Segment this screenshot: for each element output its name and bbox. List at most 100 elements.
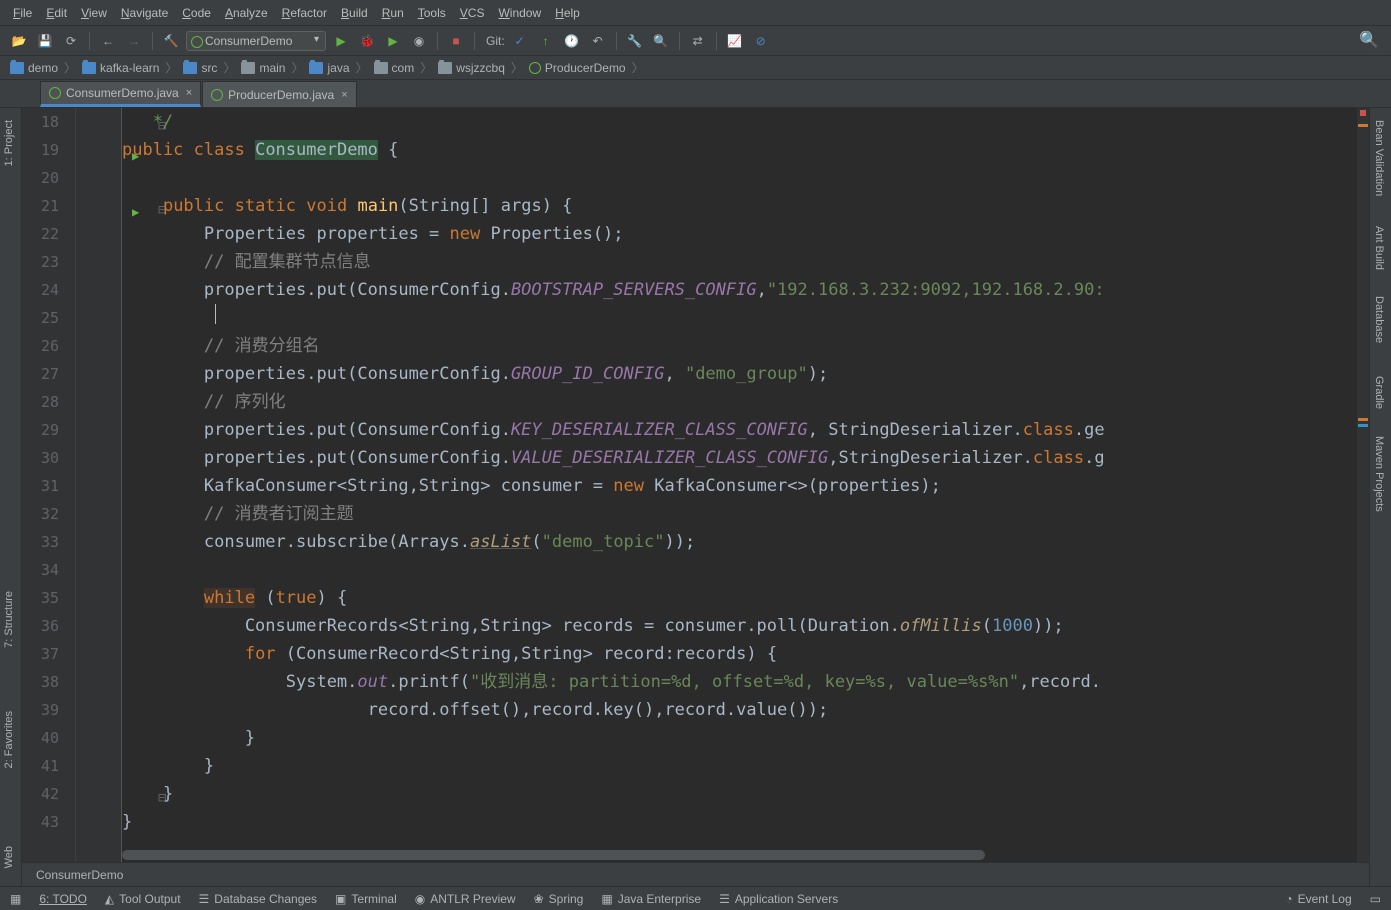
menu-refactor[interactable]: Refactor [275,3,334,23]
git-history-icon[interactable]: 🕐 [561,30,583,52]
horizontal-scrollbar[interactable] [122,850,1355,860]
coverage-icon[interactable]: ▶ [382,30,404,52]
web-tool-button[interactable]: Web [0,838,18,876]
breadcrumb-main[interactable]: main [237,59,289,77]
line-number[interactable]: 20 [41,164,59,192]
event-log-button[interactable]: ◔ Event Log [1285,892,1351,906]
code-line[interactable]: public static void main(String[] args) { [122,192,572,220]
spring-button[interactable]: ❀ Spring [534,892,584,906]
fold-gutter[interactable]: ⊟▶▶⊟⊟ [76,108,122,862]
antlr-button[interactable]: ◉ ANTLR Preview [415,892,516,906]
menu-tools[interactable]: Tools [411,3,453,23]
open-icon[interactable]: 📂 [8,30,30,52]
menu-analyze[interactable]: Analyze [218,3,275,23]
scroll-thumb[interactable] [122,850,985,860]
swap-icon[interactable]: ⇄ [687,30,709,52]
code-line[interactable]: */ [122,108,173,136]
menu-build[interactable]: Build [334,3,375,23]
db-changes-button[interactable]: ☰ Database Changes [199,892,318,906]
line-number[interactable]: 22 [41,220,59,248]
line-number[interactable]: 39 [41,696,59,724]
code-line[interactable]: Properties properties = new Properties()… [122,220,624,248]
menu-vcs[interactable]: VCS [453,3,492,23]
line-number[interactable]: 40 [41,724,59,752]
menu-run[interactable]: Run [375,3,411,23]
line-number[interactable]: 26 [41,332,59,360]
database-button[interactable]: Database [1370,288,1388,351]
breadcrumb-kafka-learn[interactable]: kafka-learn [78,59,163,77]
structure-icon[interactable]: 🔧 [624,30,646,52]
code-line[interactable]: // 消费者订阅主题 [122,500,354,528]
structure-tool-button[interactable]: 7: Structure [0,583,18,656]
line-number[interactable]: 21 [41,192,59,220]
breadcrumb-java[interactable]: java [305,59,353,77]
line-number[interactable]: 37 [41,640,59,668]
breadcrumb-ProducerDemo[interactable]: ProducerDemo [525,59,630,77]
maven-button[interactable]: Maven Projects [1370,428,1388,520]
save-all-icon[interactable]: 💾 [34,30,56,52]
sync-icon[interactable]: ⟳ [60,30,82,52]
code-line[interactable]: } [122,752,214,780]
code-line[interactable]: properties.put(ConsumerConfig.KEY_DESERI… [122,416,1105,444]
git-revert-icon[interactable]: ↶ [587,30,609,52]
activity-icon[interactable]: 📈 [724,30,746,52]
project-tool-button[interactable]: 1: Project [0,112,18,174]
line-number[interactable]: 25 [41,304,59,332]
memory-indicator[interactable]: ▭ [1370,892,1381,906]
warning-marker[interactable] [1358,124,1368,127]
code-line[interactable]: KafkaConsumer<String,String> consumer = … [122,472,941,500]
stop-icon[interactable]: ■ [445,30,467,52]
ant-build-button[interactable]: Ant Build [1370,218,1388,278]
line-number[interactable]: 41 [41,752,59,780]
run-icon[interactable]: ▶ [330,30,352,52]
line-number[interactable]: 29 [41,416,59,444]
line-number[interactable]: 28 [41,388,59,416]
breadcrumb-com[interactable]: com [370,59,419,77]
line-number[interactable]: 31 [41,472,59,500]
favorites-tool-button[interactable]: 2: Favorites [0,703,18,776]
profile-icon[interactable]: ◉ [408,30,430,52]
breadcrumb-src[interactable]: src [179,59,221,77]
code-line[interactable]: System.out.printf("收到消息: partition=%d, o… [122,668,1101,696]
line-number[interactable]: 38 [41,668,59,696]
run-config-dropdown[interactable]: ConsumerDemo [186,31,326,51]
line-number[interactable]: 23 [41,248,59,276]
tab-ConsumerDemo.java[interactable]: ConsumerDemo.java× [40,81,201,107]
menu-help[interactable]: Help [548,3,587,23]
line-number-gutter[interactable]: 1819202122232425262728293031323334353637… [22,108,76,862]
code-line[interactable]: // 配置集群节点信息 [122,248,371,276]
line-number[interactable]: 32 [41,500,59,528]
menu-navigate[interactable]: Navigate [114,3,175,23]
line-number[interactable]: 30 [41,444,59,472]
code-line[interactable]: while (true) { [122,584,347,612]
line-number[interactable]: 43 [41,808,59,836]
line-number[interactable]: 18 [41,108,59,136]
code-line[interactable]: } [122,808,132,836]
close-tab-icon[interactable]: × [186,87,192,99]
warning-marker[interactable] [1358,418,1368,421]
git-commit-icon[interactable]: ↑ [535,30,557,52]
forward-icon[interactable]: → [123,30,145,52]
tool-windows-icon[interactable]: ▦ [10,892,21,906]
menu-window[interactable]: Window [491,3,548,23]
error-stripe[interactable] [1357,108,1369,862]
bean-validation-button[interactable]: Bean Validation [1370,112,1388,204]
line-number[interactable]: 35 [41,584,59,612]
code-line[interactable]: for (ConsumerRecord<String,String> recor… [122,640,777,668]
java-ee-button[interactable]: ▦ Java Enterprise [601,892,701,906]
code-line[interactable]: } [122,724,255,752]
tab-ProducerDemo.java[interactable]: ProducerDemo.java× [202,81,357,107]
breadcrumb-demo[interactable]: demo [6,59,62,77]
breadcrumb-wsjzzcbq[interactable]: wsjzzcbq [434,59,509,77]
search-everywhere-icon[interactable]: 🔍 [1359,30,1379,50]
menu-edit[interactable]: Edit [39,3,74,23]
todo-button[interactable]: 6: TODO [39,892,87,906]
code-line[interactable]: properties.put(ConsumerConfig.GROUP_ID_C… [122,360,828,388]
line-number[interactable]: 34 [41,556,59,584]
back-icon[interactable]: ← [97,30,119,52]
line-number[interactable]: 19 [41,136,59,164]
line-number[interactable]: 24 [41,276,59,304]
block-icon[interactable]: ⊘ [750,30,772,52]
menu-code[interactable]: Code [175,3,218,23]
line-number[interactable]: 36 [41,612,59,640]
